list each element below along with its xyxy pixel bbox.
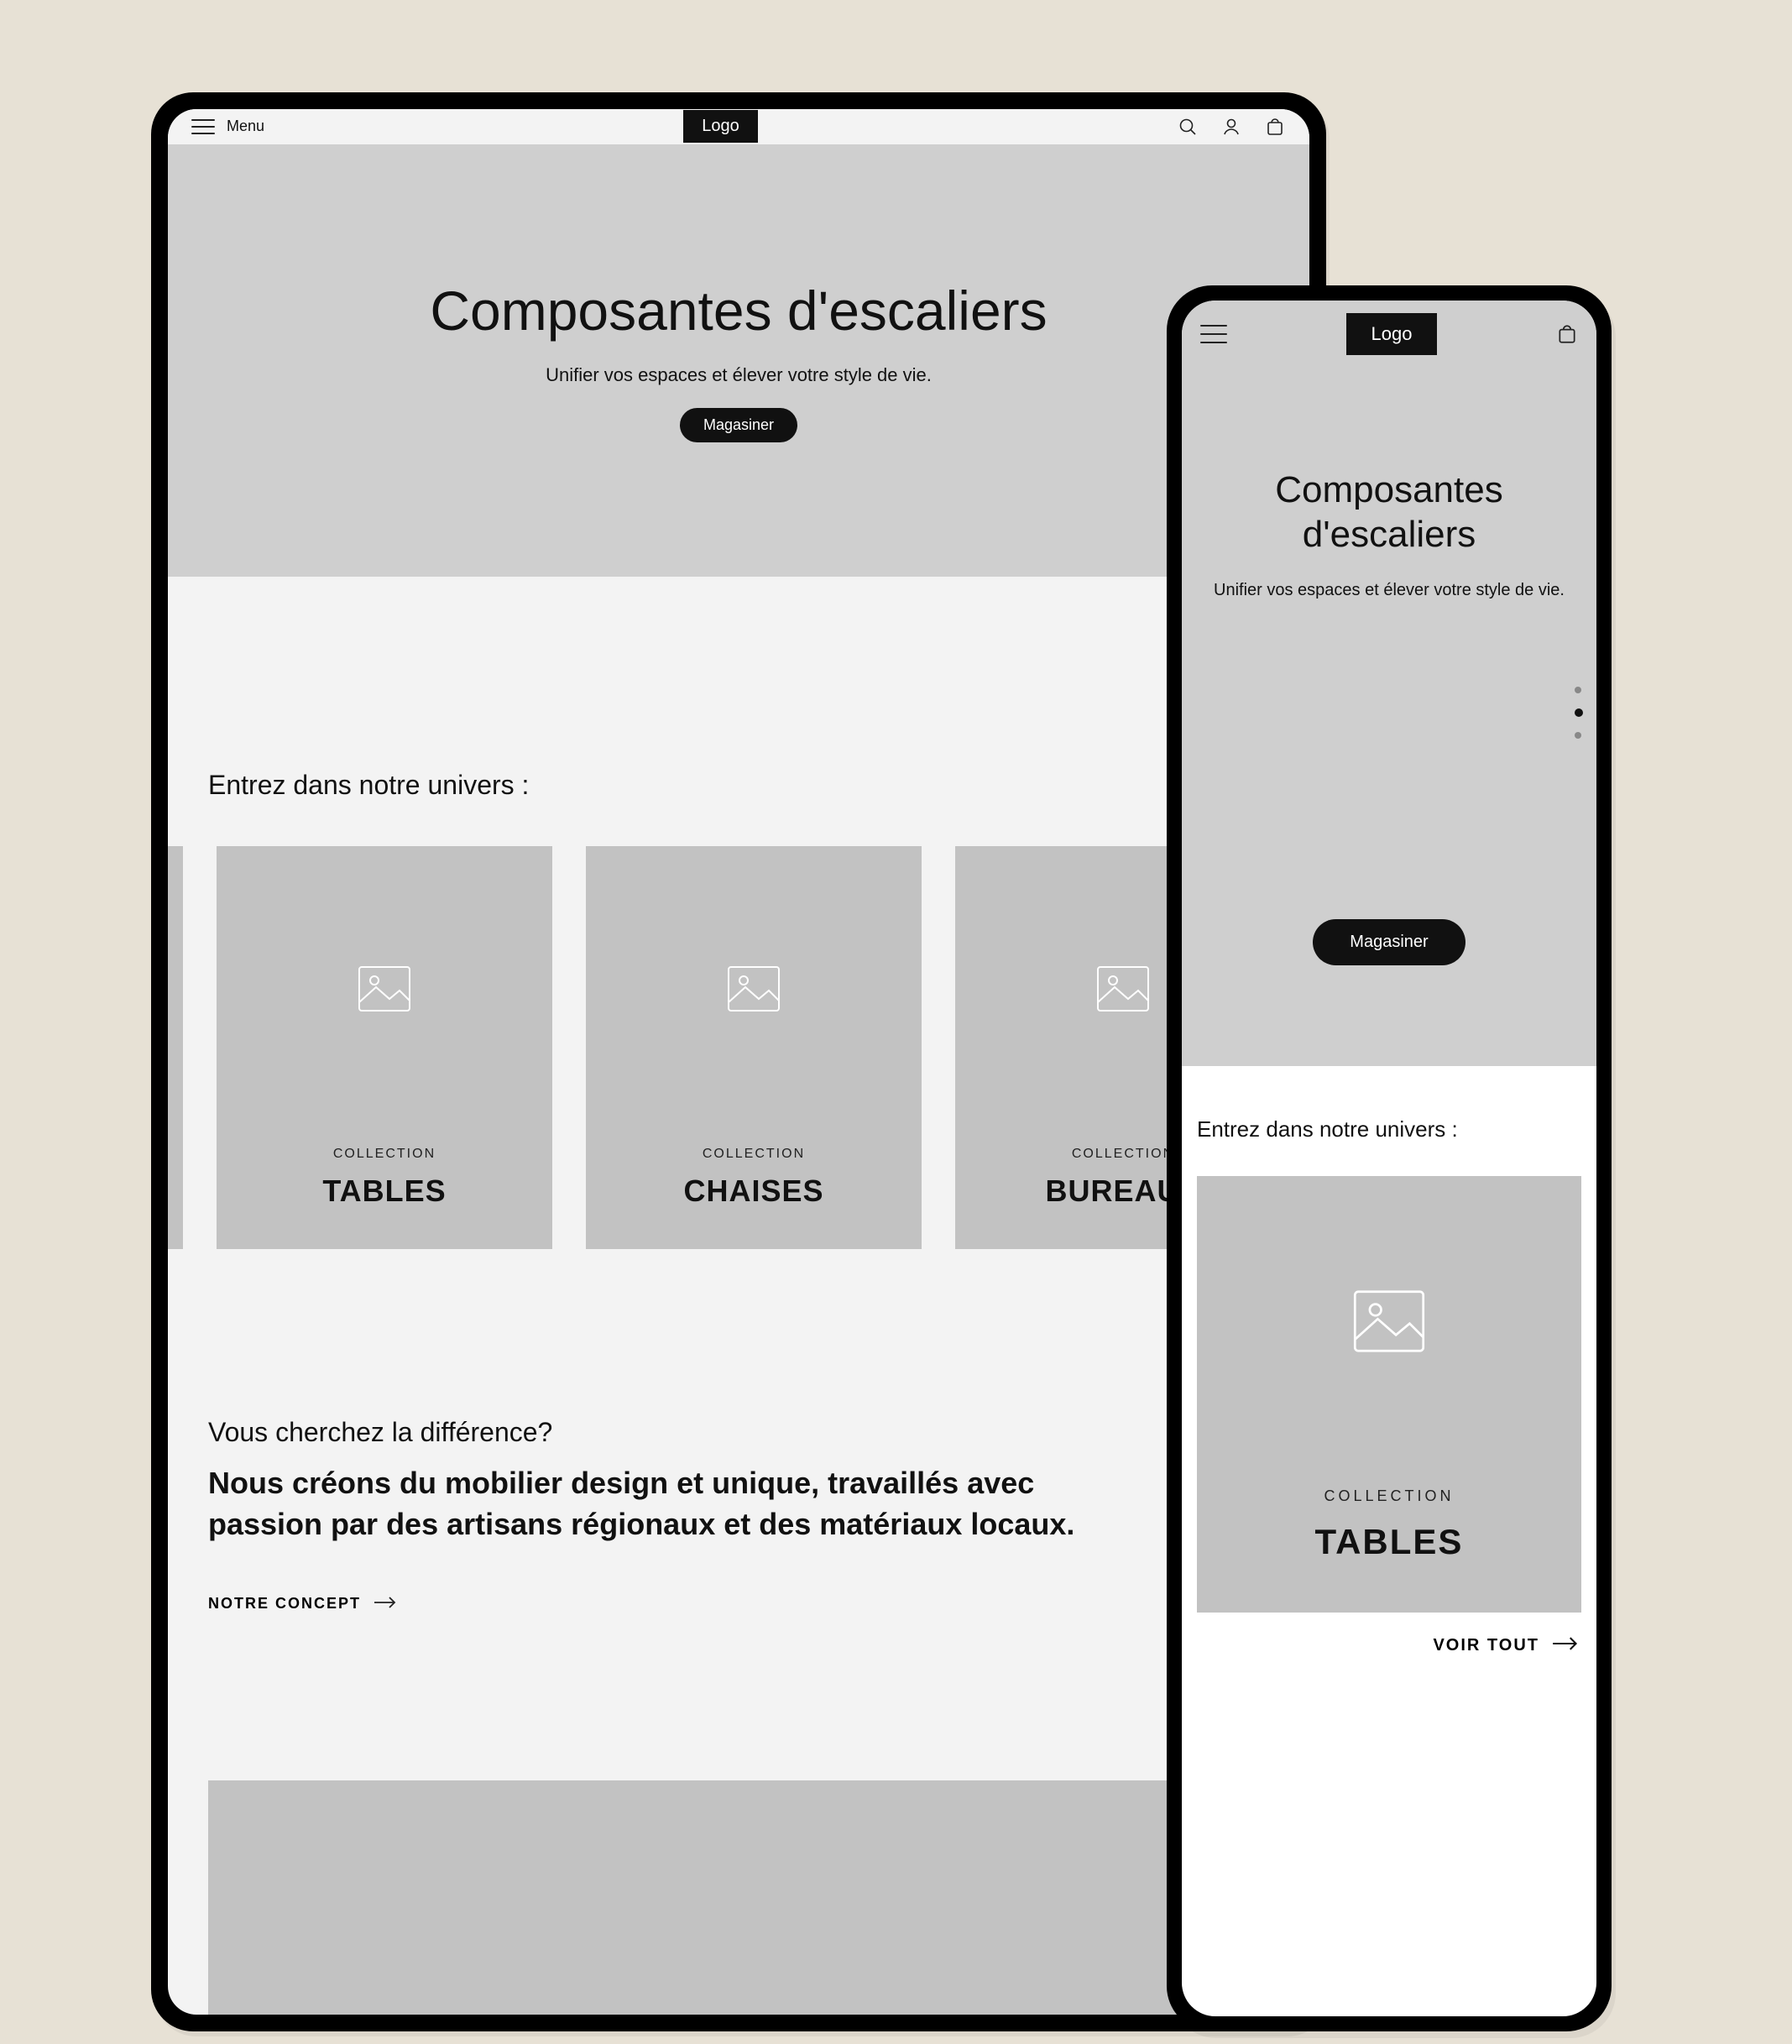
collection-overline: COLLECTION [1072, 1147, 1174, 1162]
collection-name: TABLES [1315, 1522, 1464, 1562]
header-left: Menu [191, 118, 264, 135]
carousel-dot[interactable] [1575, 687, 1581, 693]
collection-overline: COLLECTION [703, 1147, 805, 1162]
image-placeholder-icon [727, 965, 781, 1017]
user-icon[interactable] [1220, 116, 1242, 138]
tablet-screen: Menu Logo Composantes d'escaliers Unifie… [168, 109, 1309, 2015]
collection-overline: COLLECTION [333, 1147, 436, 1162]
hero-subtitle: Unifier vos espaces et élever votre styl… [546, 364, 932, 386]
collection-overline: COLLECTION [1324, 1487, 1454, 1505]
header-right [1556, 323, 1578, 345]
tablet-difference-section: Vous cherchez la différence? Nous créons… [168, 1249, 1309, 1696]
universe-heading: Entrez dans notre univers : [1197, 1116, 1581, 1142]
hamburger-icon[interactable] [191, 119, 215, 134]
hero-title: Composantes d'escaliers [430, 279, 1047, 342]
bag-icon[interactable] [1264, 116, 1286, 138]
collection-card-tables[interactable]: COLLECTION TABLES [1197, 1176, 1581, 1613]
hero-subtitle: Unifier vos espaces et élever votre styl… [1214, 581, 1565, 600]
difference-question: Vous cherchez la différence? [208, 1417, 1269, 1448]
concept-link[interactable]: NOTRE CONCEPT [208, 1595, 1269, 1613]
collection-name: CHAISES [683, 1174, 823, 1209]
tablet-device-frame: Menu Logo Composantes d'escaliers Unifie… [151, 92, 1326, 2031]
carousel-dots [1575, 687, 1583, 739]
header-right [1177, 116, 1286, 138]
header-center: Logo [264, 110, 1177, 143]
carousel-dot-active[interactable] [1575, 708, 1583, 717]
mobile-header: Logo [1182, 301, 1596, 368]
hero-cta-button[interactable]: Magasiner [680, 408, 797, 442]
tablet-hero: Composantes d'escaliers Unifier vos espa… [168, 144, 1309, 577]
image-placeholder-icon [358, 965, 411, 1017]
tablet-image-block [208, 1780, 1269, 2015]
arrow-right-icon [1553, 1636, 1578, 1655]
hero-cta-button[interactable]: Magasiner [1313, 919, 1465, 965]
collection-card-tables[interactable]: COLLECTION TABLES [217, 846, 552, 1249]
image-placeholder-icon [1096, 965, 1150, 1017]
hamburger-icon[interactable] [1200, 325, 1227, 343]
carousel-dot[interactable] [1575, 732, 1581, 739]
voir-tout-label: VOIR TOUT [1433, 1636, 1539, 1655]
universe-cards-row[interactable]: COLLECTION TABLES COLLECTION CHAISES COL… [168, 846, 1269, 1249]
universe-heading: Entrez dans notre univers : [208, 770, 1269, 801]
mobile-device-frame: Logo Composantes d'escaliers Unifier vos… [1167, 285, 1612, 2031]
logo[interactable]: Logo [683, 110, 758, 143]
tablet-universe-section: Entrez dans notre univers : COLLECTION T… [168, 577, 1309, 1249]
voir-tout-link[interactable]: VOIR TOUT [1197, 1613, 1581, 1655]
collection-name: TABLES [322, 1174, 446, 1209]
collection-card-chaises[interactable]: COLLECTION CHAISES [586, 846, 922, 1249]
concept-label: NOTRE CONCEPT [208, 1595, 361, 1613]
hero-title: Composantes d'escaliers [1202, 468, 1576, 557]
mobile-screen: Logo Composantes d'escaliers Unifier vos… [1182, 301, 1596, 2016]
logo[interactable]: Logo [1346, 313, 1438, 355]
arrow-right-icon [374, 1595, 396, 1613]
difference-statement: Nous créons du mobilier design et unique… [208, 1463, 1089, 1545]
image-placeholder-icon [1352, 1289, 1426, 1357]
collection-card-sliver[interactable] [168, 846, 183, 1249]
menu-label[interactable]: Menu [227, 118, 264, 135]
mobile-hero: Composantes d'escaliers Unifier vos espa… [1182, 368, 1596, 1066]
mobile-universe-section: Entrez dans notre univers : COLLECTION T… [1182, 1066, 1596, 1655]
header-center: Logo [1227, 313, 1556, 355]
search-icon[interactable] [1177, 116, 1199, 138]
bag-icon[interactable] [1556, 323, 1578, 345]
tablet-header: Menu Logo [168, 109, 1309, 144]
